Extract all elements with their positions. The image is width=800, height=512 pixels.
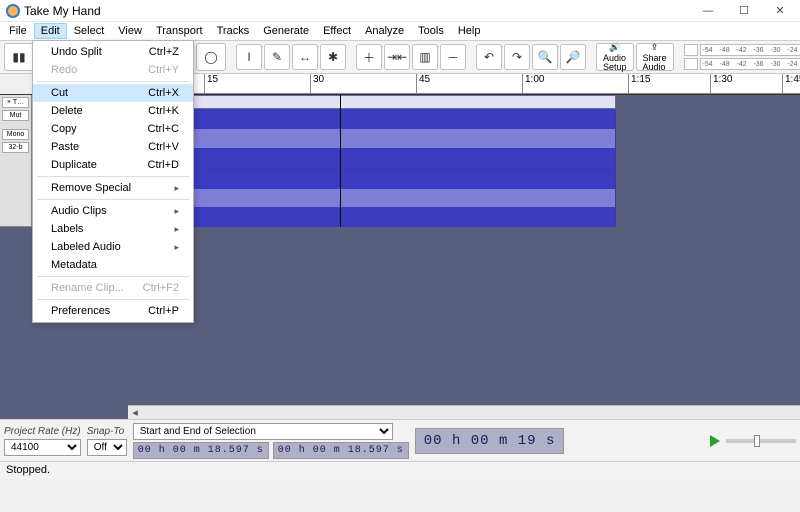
audio-setup-label: Audio Setup [603, 54, 627, 72]
menu-item-duplicate[interactable]: DuplicateCtrl+D [33, 156, 193, 174]
menu-item-undo-split[interactable]: Undo SplitCtrl+Z [33, 43, 193, 61]
snap-to-select[interactable]: Off [87, 439, 127, 456]
project-rate-select[interactable]: 44100 [4, 439, 81, 456]
ruler-tick: 1:15 [628, 74, 650, 93]
silence-button[interactable]: ▥ [412, 44, 438, 70]
playback-speed-slider[interactable] [726, 439, 796, 443]
playback-meter[interactable]: -54-48-42-36-30-24-18-12-6 [700, 58, 800, 70]
horizontal-scrollbar[interactable]: ◂ [128, 405, 800, 419]
menu-item-metadata[interactable]: Metadata [33, 256, 193, 274]
redo-button[interactable]: ↷ [504, 44, 530, 70]
menu-item-audio-clips[interactable]: Audio Clips [33, 202, 193, 220]
rec-meter-icon[interactable] [684, 44, 698, 56]
minimize-button[interactable]: — [690, 0, 726, 22]
trim-button[interactable]: ⇥⇤ [384, 44, 410, 70]
menu-transport[interactable]: Transport [149, 23, 210, 39]
close-button[interactable]: ✕ [762, 0, 798, 22]
edit-menu-dropdown: Undo SplitCtrl+ZRedoCtrl+Y CutCtrl+XDelet… [32, 40, 194, 323]
loop-button[interactable]: ◯ [196, 43, 226, 71]
track-header-cell[interactable]: × T… [2, 97, 29, 108]
menu-file[interactable]: File [2, 23, 34, 39]
menu-item-redo: RedoCtrl+Y [33, 61, 193, 79]
menu-select[interactable]: Select [67, 23, 112, 39]
play-meter-icon[interactable] [684, 58, 698, 70]
menu-item-cut[interactable]: CutCtrl+X [33, 84, 193, 102]
window-title: Take My Hand [24, 4, 690, 18]
ruler-tick: 1:00 [522, 74, 544, 93]
menu-item-labels[interactable]: Labels [33, 220, 193, 238]
ruler-tick: 30 [310, 74, 324, 93]
draw-tool[interactable]: ↔ [292, 44, 318, 70]
envelope-tool[interactable]: ✎ [264, 44, 290, 70]
menu-item-remove-special[interactable]: Remove Special [33, 179, 193, 197]
recording-meter[interactable]: -54-48-42-36-30-24-18-12-6 [700, 44, 800, 56]
zoom-out-button[interactable]: － [440, 44, 466, 70]
zoom-in-button[interactable]: ＋ [356, 44, 382, 70]
menu-separator [37, 299, 189, 300]
undo-button[interactable]: ↶ [476, 44, 502, 70]
selection-end-time[interactable]: 00 h 00 m 18.597 s [273, 442, 409, 459]
menu-separator [37, 176, 189, 177]
project-rate-label: Project Rate (Hz) [4, 426, 81, 437]
play-at-speed [710, 435, 796, 447]
track-header-cell[interactable]: Mono [2, 129, 29, 140]
selection-start-time[interactable]: 00 h 00 m 18.597 s [133, 442, 269, 459]
position-time[interactable]: 00 h 00 m 19 s [415, 428, 565, 454]
menu-item-preferences[interactable]: PreferencesCtrl+P [33, 302, 193, 320]
menu-separator [37, 276, 189, 277]
title-bar: Take My Hand — ☐ ✕ [0, 0, 800, 22]
selection-tool[interactable]: I [236, 44, 262, 70]
menu-view[interactable]: View [111, 23, 149, 39]
ruler-tick: 15 [204, 74, 218, 93]
ruler-tick: 1:30 [710, 74, 732, 93]
slider-thumb[interactable] [754, 435, 760, 447]
menu-item-rename-clip-: Rename Clip...Ctrl+F2 [33, 279, 193, 297]
status-bar: Stopped. [0, 461, 800, 479]
menu-generate[interactable]: Generate [256, 23, 316, 39]
menu-help[interactable]: Help [451, 23, 488, 39]
menu-item-labeled-audio[interactable]: Labeled Audio [33, 238, 193, 256]
menu-bar: FileEditSelectViewTransportTracksGenerat… [0, 22, 800, 40]
playhead[interactable] [340, 95, 341, 227]
share-audio-button[interactable]: ⇪ Share Audio [636, 43, 674, 71]
share-icon: ⇪ [651, 43, 659, 52]
menu-item-delete[interactable]: DeleteCtrl+K [33, 102, 193, 120]
pause-button[interactable]: ▮▮ [4, 43, 34, 71]
app-logo-icon [6, 4, 20, 18]
ruler-tick: 45 [416, 74, 430, 93]
menu-analyze[interactable]: Analyze [358, 23, 411, 39]
menu-edit[interactable]: Edit [34, 23, 67, 39]
zoom-fit-button[interactable]: 🔍 [532, 44, 558, 70]
track-header-cell[interactable]: 32-b [2, 142, 29, 153]
snap-to-label: Snap-To [87, 426, 127, 437]
menu-tracks[interactable]: Tracks [210, 23, 257, 39]
ruler-tick: 1:45 [782, 74, 800, 93]
audio-setup-button[interactable]: 🔊 Audio Setup [596, 43, 634, 71]
maximize-button[interactable]: ☐ [726, 0, 762, 22]
menu-separator [37, 199, 189, 200]
menu-item-paste[interactable]: PasteCtrl+V [33, 138, 193, 156]
play-at-speed-button[interactable] [710, 435, 720, 447]
selection-mode-select[interactable]: Start and End of Selection [133, 423, 393, 440]
speaker-icon: 🔊 [609, 43, 620, 52]
selection-bar: Project Rate (Hz) 44100 Snap-To Off Star… [0, 419, 800, 461]
track-header[interactable]: × T… Mut Mono 32-b [0, 95, 32, 227]
menu-separator [37, 81, 189, 82]
scroll-left-icon[interactable]: ◂ [128, 407, 142, 419]
menu-item-copy[interactable]: CopyCtrl+C [33, 120, 193, 138]
menu-tools[interactable]: Tools [411, 23, 451, 39]
share-audio-label: Share Audio [643, 54, 667, 72]
multi-tool[interactable]: ✱ [320, 44, 346, 70]
track-header-cell[interactable]: Mut [2, 110, 29, 121]
menu-effect[interactable]: Effect [316, 23, 358, 39]
zoom-sel-button[interactable]: 🔎 [560, 44, 586, 70]
